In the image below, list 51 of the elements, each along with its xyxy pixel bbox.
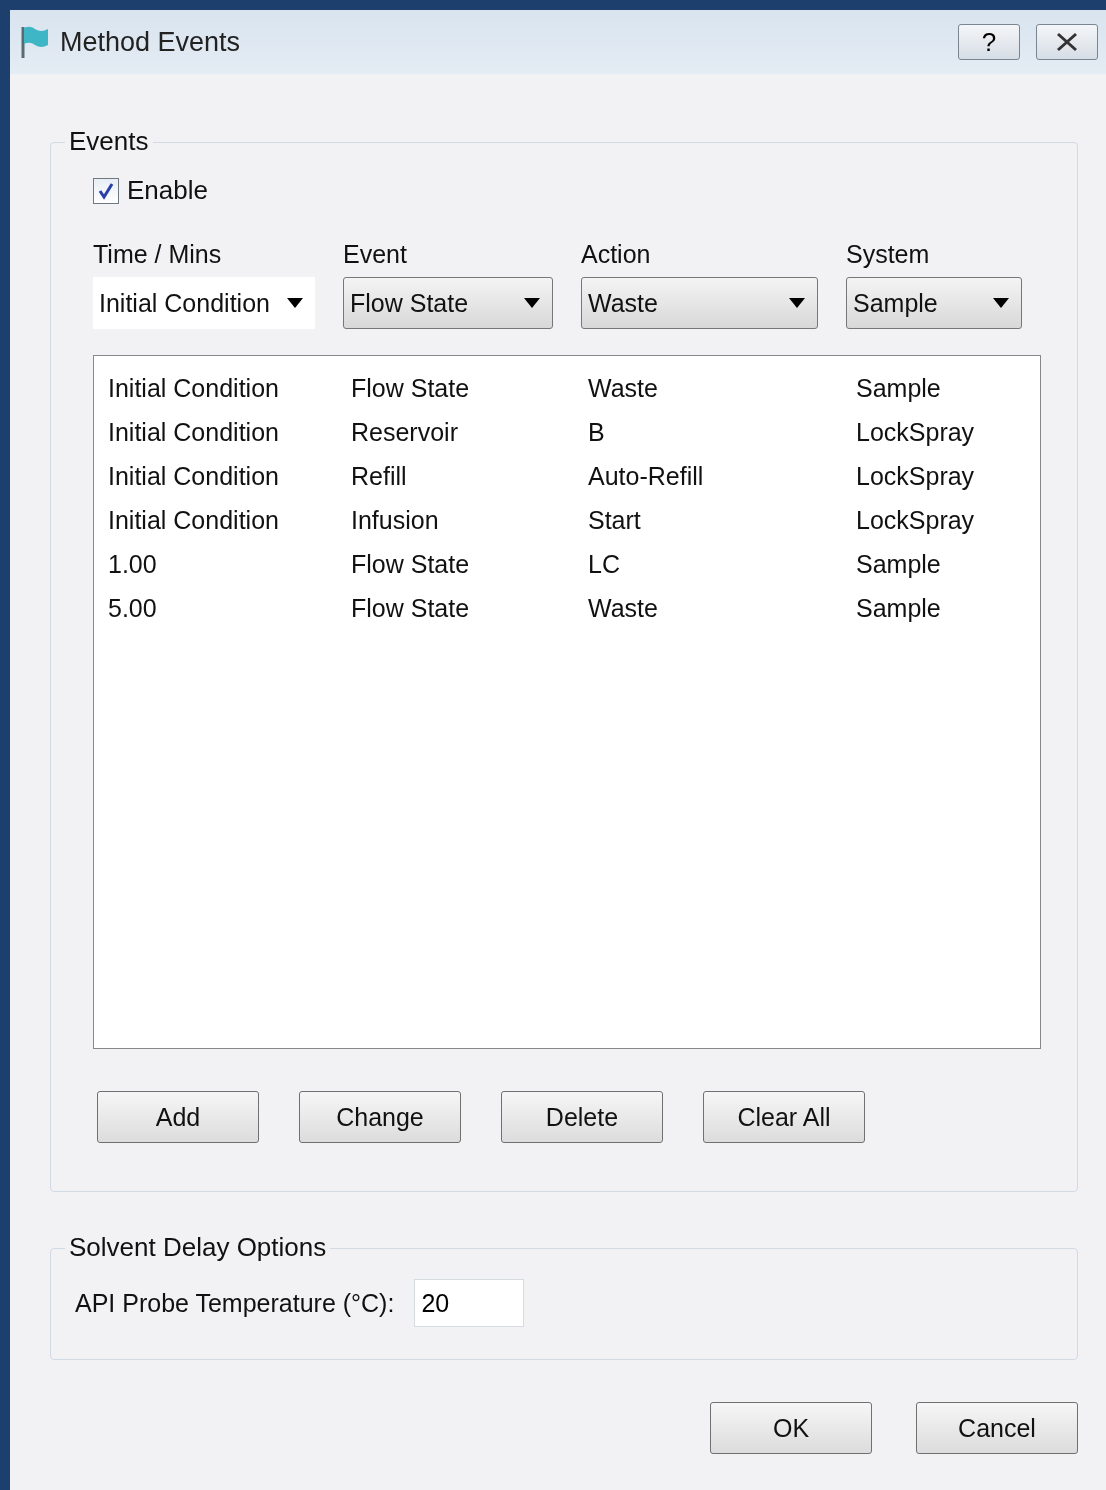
action-button[interactable]: Add	[97, 1091, 259, 1143]
field-label: Event	[343, 240, 408, 269]
list-cell[interactable]: Sample	[856, 593, 1026, 623]
close-button[interactable]	[1036, 24, 1098, 60]
action-button[interactable]: Clear All	[703, 1091, 865, 1143]
list-cell[interactable]: Start	[588, 505, 856, 535]
help-button[interactable]: ?	[958, 24, 1020, 60]
enable-label: Enable	[127, 175, 208, 206]
dropdown[interactable]: Flow State	[343, 277, 553, 329]
list-cell[interactable]: Sample	[856, 373, 1026, 403]
action-button[interactable]: Change	[299, 1091, 461, 1143]
caret-icon	[993, 298, 1009, 308]
action-button[interactable]: Delete	[501, 1091, 663, 1143]
list-cell[interactable]: Flow State	[351, 549, 588, 579]
list-cell[interactable]: Initial Condition	[108, 417, 351, 447]
dropdown[interactable]: Initial Condition	[93, 277, 315, 329]
caret-icon	[789, 298, 805, 308]
temperature-input[interactable]: 20	[414, 1279, 525, 1327]
list-cell[interactable]: Initial Condition	[108, 505, 351, 535]
list-cell[interactable]: LockSpray	[856, 417, 1026, 447]
list-cell[interactable]: Waste	[588, 593, 856, 623]
list-cell[interactable]: Infusion	[351, 505, 588, 535]
caret-icon	[287, 298, 303, 308]
list-cell[interactable]: LockSpray	[856, 461, 1026, 491]
list-cell[interactable]: Reservoir	[351, 417, 588, 447]
list-cell[interactable]: Flow State	[351, 593, 588, 623]
enable-checkbox[interactable]	[93, 177, 119, 204]
list-cell[interactable]: Sample	[856, 549, 1026, 579]
dropdown[interactable]: Sample	[846, 277, 1022, 329]
list-cell[interactable]: Waste	[588, 373, 856, 403]
field-label: Time / Mins	[93, 240, 223, 269]
window-title: Method Events	[60, 26, 242, 58]
list-cell[interactable]: 5.00	[108, 593, 351, 623]
caret-icon	[524, 298, 540, 308]
flag-icon	[20, 25, 50, 59]
dropdown[interactable]: Waste	[581, 277, 818, 329]
list-cell[interactable]: LockSpray	[856, 505, 1026, 535]
list-cell[interactable]: Refill	[351, 461, 588, 491]
temperature-label: API Probe Temperature (°C):	[75, 1288, 395, 1318]
list-cell[interactable]: B	[588, 417, 856, 447]
list-cell[interactable]: LC	[588, 549, 856, 579]
dialog-button[interactable]: Cancel	[916, 1402, 1078, 1454]
dialog-button[interactable]: OK	[710, 1402, 872, 1454]
field-label: System	[846, 240, 931, 269]
close-icon	[1055, 32, 1079, 52]
list-cell[interactable]: Flow State	[351, 373, 588, 403]
field-label: Action	[581, 240, 652, 269]
list-cell[interactable]: 1.00	[108, 549, 351, 579]
list-cell[interactable]: Auto-Refill	[588, 461, 856, 491]
list-cell[interactable]: Initial Condition	[108, 373, 351, 403]
list-cell[interactable]: Initial Condition	[108, 461, 351, 491]
